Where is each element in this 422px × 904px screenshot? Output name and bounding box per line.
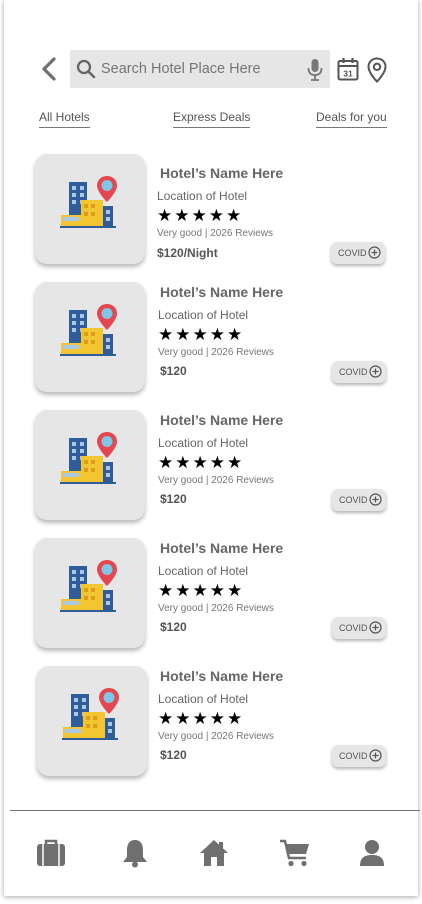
hotel-name: Hotel’s Name Here [160, 412, 284, 428]
review-summary: Very good | 2026 Reviews [158, 731, 275, 742]
hotel-card[interactable]: Hotel’s Name Here Location of Hotel ★★★★… [4, 538, 418, 658]
tab-deals-for-you[interactable]: Deals for you [316, 110, 387, 128]
hotel-card[interactable]: Hotel’s Name Here Location of Hotel ★★★★… [4, 666, 418, 786]
tab-label: Deals for you [316, 110, 387, 124]
hotel-building-icon [60, 176, 117, 228]
covid-badge-button[interactable]: COVID [332, 745, 386, 767]
tab-label: All Hotels [39, 110, 90, 124]
briefcase-icon[interactable] [36, 838, 66, 868]
review-summary: Very good | 2026 Reviews [158, 475, 275, 486]
location-pin-icon[interactable] [367, 57, 387, 83]
hotel-price: $120 [160, 364, 187, 378]
hotel-price: $120 [160, 492, 187, 506]
star-rating: ★★★★★ [158, 453, 245, 472]
plus-circle-icon [369, 621, 382, 634]
star-rating: ★★★★★ [157, 206, 244, 225]
tab-underline [173, 127, 251, 128]
hotel-name: Hotel’s Name Here [160, 165, 284, 181]
covid-label: COVID [339, 495, 368, 505]
covid-badge-button[interactable]: COVID [332, 617, 386, 639]
hotel-image [35, 538, 145, 648]
hotel-image [35, 282, 145, 392]
hotel-name: Hotel’s Name Here [160, 540, 284, 556]
plus-circle-icon [368, 246, 381, 259]
hotel-price: $120 [160, 748, 187, 762]
hotel-building-icon [60, 304, 117, 356]
user-icon[interactable] [358, 838, 386, 868]
review-summary: Very good | 2026 Reviews [157, 228, 274, 239]
hotel-image [37, 666, 147, 776]
covid-label: COVID [338, 248, 367, 258]
covid-badge-button[interactable]: COVID [332, 489, 386, 511]
hotel-location: Location of Hotel [158, 564, 249, 578]
hotel-building-icon [60, 560, 117, 612]
review-summary: Very good | 2026 Reviews [158, 603, 275, 614]
star-rating: ★★★★★ [158, 581, 245, 600]
covid-label: COVID [339, 623, 368, 633]
hotel-location: Location of Hotel [157, 189, 248, 203]
plus-circle-icon [369, 365, 382, 378]
hotel-location: Location of Hotel [158, 308, 249, 322]
hotel-location: Location of Hotel [158, 692, 249, 706]
tab-underline [316, 127, 387, 128]
star-rating: ★★★★★ [158, 709, 245, 728]
calendar-day: 31 [343, 69, 353, 79]
plus-circle-icon [369, 749, 382, 762]
microphone-icon[interactable] [306, 58, 324, 82]
cart-icon[interactable] [279, 838, 311, 868]
star-rating: ★★★★★ [158, 325, 245, 344]
tab-label: Express Deals [173, 110, 251, 124]
tab-express-deals[interactable]: Express Deals [173, 110, 251, 128]
covid-label: COVID [339, 367, 368, 377]
covid-badge-button[interactable]: COVID [332, 361, 386, 383]
tab-underline [39, 127, 90, 128]
hotel-building-icon [62, 688, 119, 740]
hotel-card[interactable]: Hotel’s Name Here Location of Hotel ★★★★… [4, 154, 418, 274]
bottom-nav-divider [10, 810, 420, 811]
back-chevron-icon[interactable] [38, 56, 60, 82]
hotel-card[interactable]: Hotel’s Name Here Location of Hotel ★★★★… [4, 282, 418, 402]
covid-label: COVID [339, 751, 368, 761]
review-summary: Very good | 2026 Reviews [158, 347, 275, 358]
hotel-building-icon [60, 432, 117, 484]
search-bar[interactable]: Search Hotel Place Here [70, 50, 330, 88]
plus-circle-icon [369, 493, 382, 506]
hotel-price: $120 [160, 620, 187, 634]
app-screen: Search Hotel Place Here 31 All Hotels Ex… [4, 0, 420, 896]
home-icon[interactable] [199, 838, 229, 868]
hotel-image [35, 154, 145, 264]
bell-icon[interactable] [121, 838, 149, 868]
hotel-name: Hotel’s Name Here [160, 284, 284, 300]
hotel-image [35, 410, 145, 520]
hotel-card[interactable]: Hotel’s Name Here Location of Hotel ★★★★… [4, 410, 418, 530]
hotel-location: Location of Hotel [158, 436, 249, 450]
calendar-icon[interactable]: 31 [337, 57, 359, 81]
covid-badge-button[interactable]: COVID [331, 242, 385, 264]
hotel-price: $120/Night [157, 246, 218, 260]
search-placeholder[interactable]: Search Hotel Place Here [101, 61, 261, 77]
search-icon [76, 59, 96, 79]
tab-all-hotels[interactable]: All Hotels [39, 110, 90, 128]
hotel-name: Hotel’s Name Here [160, 668, 284, 684]
